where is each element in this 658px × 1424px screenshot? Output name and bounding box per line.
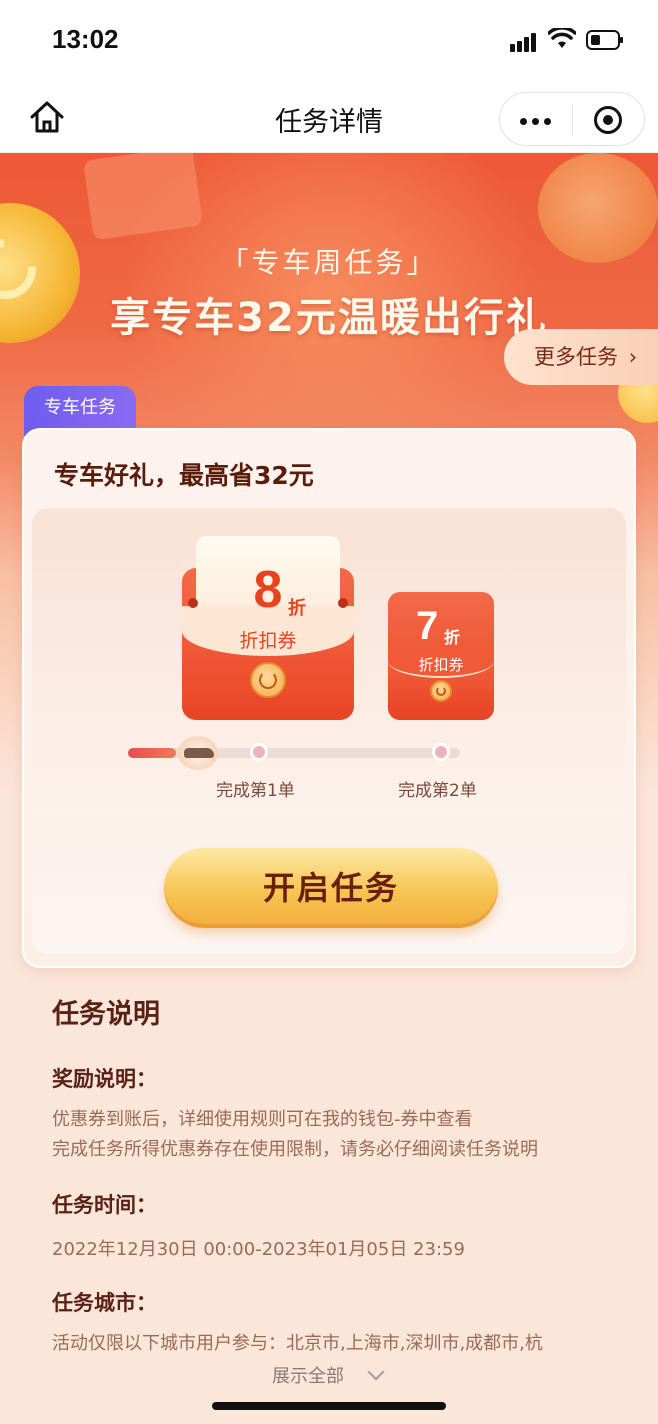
chevron-right-icon: ›	[628, 345, 638, 369]
task-description: 任务说明 奖励说明： 优惠券到账后，详细使用规则可在我的钱包-券中查看 完成任务…	[52, 992, 632, 1359]
step-2-label: 完成第2单	[398, 781, 477, 801]
coupon-unit: 折	[444, 628, 461, 647]
didi-logo-icon	[430, 680, 452, 702]
hero-subtitle: 「专车周任务」	[220, 246, 438, 279]
status-bar: 13:02	[0, 0, 658, 84]
step-2-marker	[432, 743, 450, 761]
step-1-label: 完成第1单	[216, 781, 295, 801]
coupon-value: 8	[253, 561, 283, 619]
chevron-down-icon[interactable]	[367, 1363, 385, 1381]
coupon-8-discount: 8 折 折扣券	[182, 536, 354, 720]
city-heading: 任务城市：	[52, 1291, 157, 1315]
coupon-label: 折扣券	[239, 630, 297, 652]
nav-bar: 任务详情	[0, 84, 658, 153]
show-all-button[interactable]: 展示全部	[272, 1362, 344, 1388]
more-tasks-label: 更多任务	[534, 345, 618, 369]
capsule-divider	[572, 105, 573, 135]
reward-panel: 8 折 折扣券 7 折 折扣券 完成第1单 完成第2单 开启任务	[32, 508, 626, 954]
step-1-marker	[250, 743, 268, 761]
card-title: 专车好礼，最高省32元	[54, 461, 314, 490]
coupon-unit: 折	[288, 598, 306, 619]
decorative-envelope	[82, 153, 204, 241]
city-text: 活动仅限以下城市用户参与：北京市,上海市,深圳市,成都市,杭	[52, 1333, 543, 1354]
wifi-icon	[548, 28, 576, 48]
status-time: 13:02	[52, 24, 119, 54]
battery-icon	[586, 30, 623, 50]
reward-line-1: 优惠券到账后，详细使用规则可在我的钱包-券中查看	[52, 1109, 473, 1130]
close-miniprogram-icon[interactable]	[594, 106, 622, 134]
car-icon	[178, 736, 218, 770]
coupon-label: 折扣券	[418, 656, 464, 674]
progress-fill	[128, 748, 176, 758]
coupon-value: 7	[416, 604, 439, 648]
more-tasks-button[interactable]: 更多任务 ›	[504, 329, 658, 385]
reward-line-2: 完成任务所得优惠券存在使用限制，请务必仔细阅读任务说明	[52, 1139, 538, 1160]
miniprogram-capsule	[499, 92, 645, 146]
didi-logo-icon	[250, 662, 286, 698]
home-indicator[interactable]	[212, 1402, 446, 1410]
reward-heading: 奖励说明：	[52, 1067, 157, 1091]
more-options-icon[interactable]	[520, 118, 556, 125]
start-task-button[interactable]: 开启任务	[164, 848, 498, 928]
time-text: 2022年12月30日 00:00-2023年01月05日 23:59	[52, 1239, 465, 1260]
task-card: 专车好礼，最高省32元 8 折 折扣券 7 折 折扣券 完成第1单 完成第2单 …	[22, 428, 636, 968]
time-heading: 任务时间：	[52, 1193, 157, 1217]
cellular-signal-icon	[510, 32, 540, 52]
description-heading: 任务说明	[52, 999, 160, 1030]
coupon-7-discount: 7 折 折扣券	[388, 592, 494, 720]
